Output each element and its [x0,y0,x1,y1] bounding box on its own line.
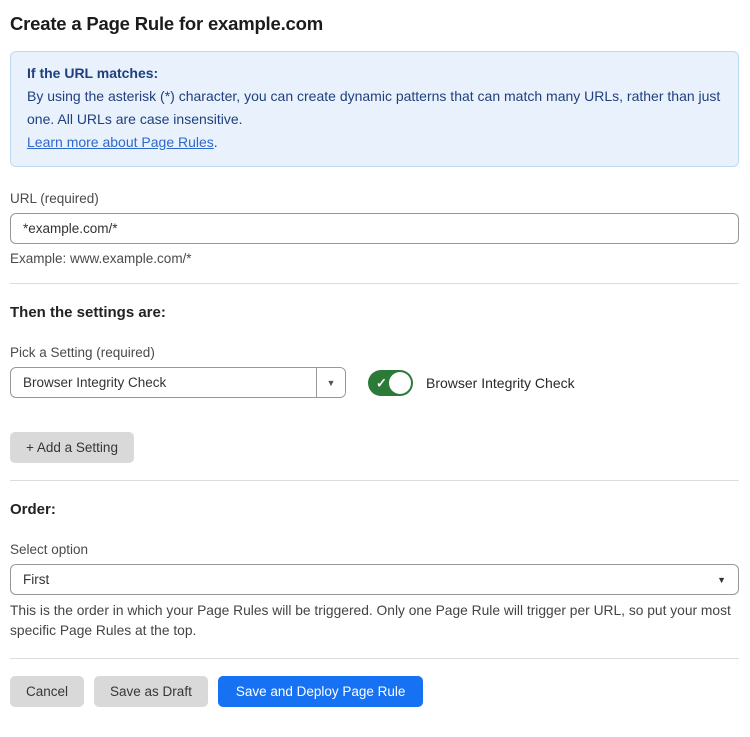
browser-integrity-toggle[interactable]: ✓ [368,370,413,396]
toggle-label: Browser Integrity Check [426,375,575,391]
setting-picker-label: Pick a Setting (required) [10,345,739,360]
order-section-heading: Order: [10,501,739,518]
check-icon: ✓ [376,376,387,389]
page-title: Create a Page Rule for example.com [10,13,739,35]
add-setting-button[interactable]: + Add a Setting [10,432,134,463]
setting-row: Browser Integrity Check ▼ ✓ Browser Inte… [10,367,739,398]
url-match-info-box: If the URL matches: By using the asteris… [10,51,739,167]
url-input[interactable] [10,213,739,244]
save-draft-button[interactable]: Save as Draft [94,676,208,707]
link-period: . [214,134,218,150]
order-helper-text: This is the order in which your Page Rul… [10,601,739,641]
section-divider [10,658,739,659]
order-select-label: Select option [10,542,739,557]
order-select[interactable]: First ▼ [10,564,739,595]
setting-dropdown-arrow-button[interactable]: ▼ [316,368,345,397]
info-box-link-line: Learn more about Page Rules. [27,131,722,154]
learn-more-link[interactable]: Learn more about Page Rules [27,134,214,150]
save-deploy-button[interactable]: Save and Deploy Page Rule [218,676,424,707]
url-field-label: URL (required) [10,191,739,206]
cancel-button[interactable]: Cancel [10,676,84,707]
chevron-down-icon: ▼ [717,575,726,585]
url-helper-text: Example: www.example.com/* [10,251,739,266]
section-divider [10,480,739,481]
create-page-rule-form: Create a Page Rule for example.com If th… [0,0,750,737]
toggle-knob [389,372,411,394]
order-select-value: First [23,572,49,587]
section-divider [10,283,739,284]
setting-dropdown[interactable]: Browser Integrity Check ▼ [10,367,346,398]
info-box-heading: If the URL matches: [27,62,722,85]
form-footer: Cancel Save as Draft Save and Deploy Pag… [10,676,739,707]
settings-section-heading: Then the settings are: [10,304,739,321]
info-box-body: By using the asterisk (*) character, you… [27,85,722,131]
setting-dropdown-value: Browser Integrity Check [11,368,316,397]
chevron-down-icon: ▼ [327,378,336,388]
